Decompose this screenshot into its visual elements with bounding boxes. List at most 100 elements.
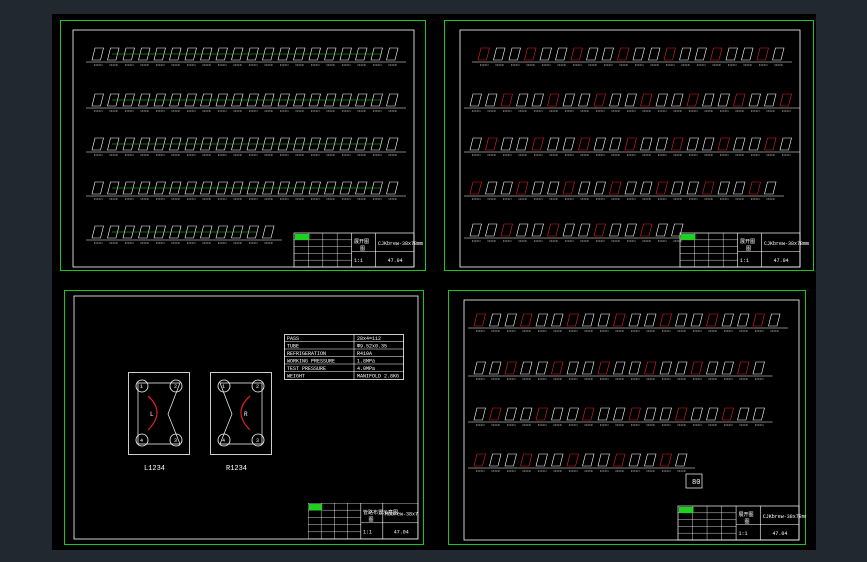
tube-segment [659,313,672,327]
tube-segment [91,47,104,61]
title-block: 展开图图 CJKbrew-38x78mm 1:1 47.04 [679,232,809,268]
tube-segment [91,137,104,151]
tube-segment [493,47,506,61]
tube-segment [386,181,399,195]
tube-segment [473,361,486,375]
tube-segment [609,93,622,107]
tube-segment [582,361,595,375]
tube-segment [624,223,637,237]
tube-segment [648,47,661,61]
tube-segment [671,181,684,195]
tube-segment [717,137,730,151]
tube-segment [737,407,750,421]
title-block-drawing-id: CJKbrew-38x78mm [378,241,423,247]
tube-segment [520,313,533,327]
tube-segment [659,453,672,467]
tube-segment [640,137,653,151]
tube-segment [547,137,560,151]
tube-segment [91,93,104,107]
tube-segment [593,181,606,195]
tube-segment [628,361,641,375]
tube-segment [702,181,715,195]
tube-segment [516,223,529,237]
tube-segment [547,181,560,195]
tube-segment [675,407,688,421]
spec-key-working-pressure: WORKING PRESSURE [287,359,335,365]
tube-segment [477,47,490,61]
tube-segment [469,137,482,151]
tube-segment [531,223,544,237]
tube-segment [508,47,521,61]
sheet-bottom-right-drawing: 80 展开图图 CJKbrew-38x78mm 1:1 47.04 [448,290,806,545]
tube-segment [551,313,564,327]
sheet-top-left[interactable]: 展开图图 CJKbrew-38x78mm 1:1 47.04 [60,20,426,271]
tube-segment [671,93,684,107]
tube-segment [706,361,719,375]
tube-segment [582,313,595,327]
sheet-top-left-drawing: 展开图图 CJKbrew-38x78mm 1:1 47.04 [60,20,426,271]
tube-segment [551,453,564,467]
sheet-bottom-right[interactable]: 80 展开图图 CJKbrew-38x78mm 1:1 47.04 [448,290,806,545]
tube-segment [706,313,719,327]
spec-key-pass: PASS [287,336,299,342]
port-label-right-3: 3 [256,438,259,444]
tube-segment [516,93,529,107]
tube-segment [500,93,513,107]
tube-segment [535,407,548,421]
spec-value-working-pressure: 1.8MPa [357,359,375,365]
title-block-code: 图 [745,519,750,525]
tube-segment [473,407,486,421]
sheet-top-right[interactable]: 展开图图 CJKbrew-38x78mm 1:1 47.04 [444,20,814,271]
tube-segment [655,181,668,195]
tube-segment [717,181,730,195]
tube-segment [535,361,548,375]
spec-value-weight: MANIFOLD 2.8KG [357,374,399,380]
tube-segment [504,407,517,421]
tube-segment [617,47,630,61]
title-block-drawing-id: CJKbrew-38x78mm [763,514,806,520]
spec-key-test-pressure: TEST PRESSURE [287,366,326,372]
tube-segment [91,181,104,195]
tube-segment [690,407,703,421]
tube-segment [613,407,626,421]
tube-segment [752,407,765,421]
tube-segment [551,361,564,375]
tube-segment [500,181,513,195]
tube-segment [768,313,781,327]
tube-segment [686,181,699,195]
tube-segment [721,407,734,421]
tube-segment [717,93,730,107]
tube-segment [386,93,399,107]
spec-key-tube: TUBE [287,344,299,350]
tube-segment [469,181,482,195]
tube-segment [489,313,502,327]
sheet-bottom-left[interactable]: PASS 28x4=112 TUBE Φ9.52x0.35 REFRIGERAT… [64,290,424,545]
tube-segment [640,93,653,107]
tube-segment [386,137,399,151]
title-block-revision-mark [295,234,310,241]
tube-segment [597,453,610,467]
tube-segment [570,47,583,61]
title-block-name: 展开图 [740,239,755,245]
tube-segment [578,137,591,151]
tube-segment [601,47,614,61]
title-block-name: 展开图 [739,512,754,518]
port-diagram-right: 1 2 4 3 R R1234 [210,372,272,473]
tube-segment [489,453,502,467]
tube-segment [535,313,548,327]
port-label-right-1: 1 [222,384,225,390]
tube-segment [675,361,688,375]
tube-segment [578,93,591,107]
tube-segment [733,181,746,195]
tube-segment [737,313,750,327]
title-block-code: 图 [369,517,374,523]
tube-segment [686,93,699,107]
tube-segment [644,313,657,327]
title-block-revision-mark [309,504,323,511]
tube-segment [469,223,482,237]
spec-value-refrigeration: R410A [357,351,372,357]
drawing-canvas[interactable]: 展开图图 CJKbrew-38x78mm 1:1 47.04 展开图图 CJKbrew-… [52,14,816,550]
title-block-drawing-id: CJKbrew-38x78mm [764,241,809,247]
port-label-right-4: 4 [222,438,225,444]
tube-segment [613,361,626,375]
